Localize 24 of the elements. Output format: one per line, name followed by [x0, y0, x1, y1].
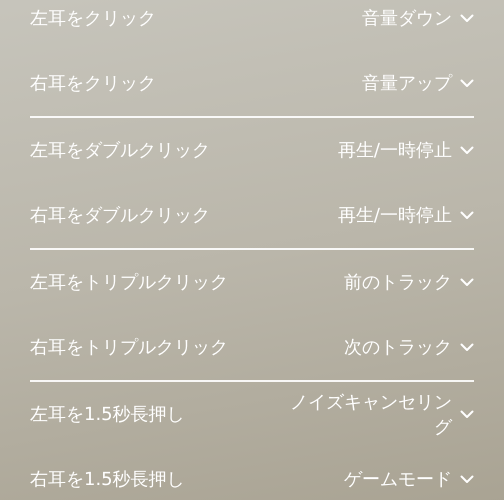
dropdown-button[interactable]: ゲームモード: [344, 467, 474, 492]
dropdown-button[interactable]: 音量ダウン: [362, 6, 474, 31]
setting-label: 左耳をダブルクリック: [30, 139, 211, 163]
chevron-down-icon: [460, 475, 474, 484]
dropdown-button[interactable]: ノイズキャンセリング: [274, 390, 474, 440]
chevron-down-icon: [460, 14, 474, 23]
dropdown-button[interactable]: 次のトラック: [344, 335, 474, 360]
setting-label: 左耳をクリック: [30, 7, 157, 31]
setting-label: 右耳をダブルクリック: [30, 204, 211, 228]
dropdown-button[interactable]: 再生/一時停止: [338, 203, 474, 228]
chevron-down-icon: [460, 146, 474, 155]
chevron-down-icon: [460, 211, 474, 220]
dropdown-button[interactable]: 前のトラック: [344, 270, 474, 295]
dropdown-button[interactable]: 再生/一時停止: [338, 138, 474, 163]
chevron-down-icon: [460, 410, 474, 419]
chevron-down-icon: [460, 278, 474, 287]
chevron-down-icon: [460, 343, 474, 352]
setting-label: 右耳を1.5秒長押し: [30, 468, 186, 492]
setting-label: 左耳をトリプルクリック: [30, 271, 229, 295]
chevron-down-icon: [460, 79, 474, 88]
dropdown-button[interactable]: 音量アップ: [362, 71, 474, 96]
setting-label: 左耳を1.5秒長押し: [30, 403, 186, 427]
setting-label: 右耳をクリック: [30, 72, 157, 96]
setting-label: 右耳をトリプルクリック: [30, 336, 229, 360]
